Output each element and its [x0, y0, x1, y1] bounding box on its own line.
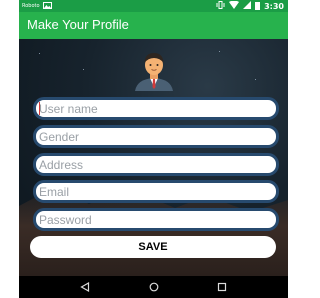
- password-field[interactable]: [33, 208, 279, 231]
- background-star: [39, 53, 40, 54]
- background-star: [255, 79, 256, 80]
- vibrate-icon: [216, 1, 225, 11]
- home-icon[interactable]: [147, 280, 161, 294]
- recents-icon[interactable]: [215, 280, 229, 294]
- profile-form-area: SAVE: [19, 39, 288, 276]
- username-field[interactable]: [33, 97, 279, 120]
- password-input[interactable]: [36, 211, 276, 228]
- username-input[interactable]: [36, 100, 276, 117]
- image-icon: [42, 1, 52, 11]
- status-bar: Roboto 3:30: [19, 0, 288, 12]
- background-star: [83, 69, 84, 70]
- email-field[interactable]: [33, 180, 279, 203]
- gender-field[interactable]: [33, 125, 279, 148]
- save-button[interactable]: SAVE: [30, 236, 276, 258]
- text-cursor: [39, 102, 40, 115]
- gender-input[interactable]: [36, 128, 276, 145]
- status-time: 3:30: [264, 1, 284, 11]
- back-icon[interactable]: [78, 280, 92, 294]
- user-avatar-icon: [129, 47, 179, 97]
- data-saver-icon: Roboto: [22, 2, 40, 9]
- app-bar: Make Your Profile: [19, 12, 288, 39]
- phone-screen: Roboto 3:30 Make Your Profile User name …: [19, 0, 288, 298]
- background-star: [219, 51, 220, 52]
- battery-icon: [255, 2, 261, 10]
- save-button-label: SAVE: [138, 241, 168, 253]
- wifi-icon: [229, 0, 240, 11]
- signal-icon: [243, 1, 252, 11]
- page-title: Make Your Profile: [27, 17, 129, 32]
- email-input[interactable]: [36, 183, 276, 200]
- address-input[interactable]: [36, 156, 276, 173]
- navigation-bar: [19, 276, 288, 298]
- address-field[interactable]: [33, 153, 279, 176]
